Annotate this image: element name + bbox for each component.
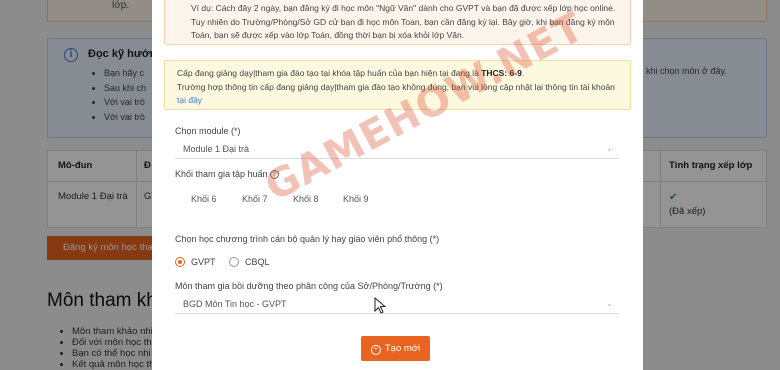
radio-label: CBQL	[245, 257, 270, 267]
help-icon[interactable]: ?	[269, 170, 279, 179]
subject-value: BGD Môn Tin học - GVPT	[183, 299, 287, 309]
notice-line2: Trường hợp thông tin cấp đang giảng dạy|…	[177, 81, 615, 92]
example-notice: Ví dụ: Cách đây 2 ngày, bạn đăng ký đi h…	[164, 0, 631, 45]
radio-label: GVPT	[191, 257, 216, 267]
grade-option-8[interactable]: Khối 8	[293, 194, 319, 204]
update-info-link[interactable]: tại đây	[177, 95, 202, 105]
radio-selected-icon[interactable]	[175, 257, 185, 267]
program-option-gvpt[interactable]: GVPT	[175, 257, 216, 267]
plus-circle-icon: +	[370, 345, 381, 355]
grade-option-6[interactable]: Khối 6	[191, 194, 217, 204]
notice-level: THCS: 6-9	[481, 68, 522, 78]
subject-label: Môn tham gia bồi dưỡng theo phân công củ…	[175, 281, 443, 291]
teaching-level-notice: Cấp đang giảng dạy|tham gia đào tạo tại …	[164, 60, 631, 110]
create-button-label: Tạo mới	[384, 343, 421, 354]
notice-line1-prefix: Cấp đang giảng dạy|tham gia đào tạo tại …	[177, 68, 482, 78]
chevron-down-icon: ⌄	[606, 144, 613, 153]
module-select[interactable]: Module 1 Đại trà ⌄	[175, 139, 619, 159]
chevron-down-icon: ⌄	[606, 299, 613, 308]
program-option-cbql[interactable]: CBQL	[229, 257, 270, 267]
program-radio-group: GVPT CBQL	[175, 257, 281, 267]
grade-label: Khối tham gia tập huấn?	[175, 169, 279, 179]
module-value: Module 1 Đại trà	[183, 144, 250, 154]
create-button[interactable]: + Tạo mới	[361, 336, 430, 361]
register-modal: Ví dụ: Cách đây 2 ngày, bạn đăng ký đi h…	[152, 0, 643, 370]
radio-unselected-icon[interactable]	[229, 257, 240, 267]
module-label: Chọn module (*)	[175, 126, 241, 136]
program-label: Chọn học chương trình cán bộ quản lý hay…	[175, 234, 440, 244]
notice-line1-suffix: .	[521, 68, 525, 78]
grade-option-9[interactable]: Khối 9	[343, 194, 369, 204]
subject-select[interactable]: BGD Môn Tin học - GVPT ⌄	[175, 294, 619, 314]
mouse-cursor-icon	[374, 297, 386, 314]
grade-label-text: Khối tham gia tập huấn	[175, 169, 268, 179]
grade-option-7[interactable]: Khối 7	[242, 194, 268, 204]
